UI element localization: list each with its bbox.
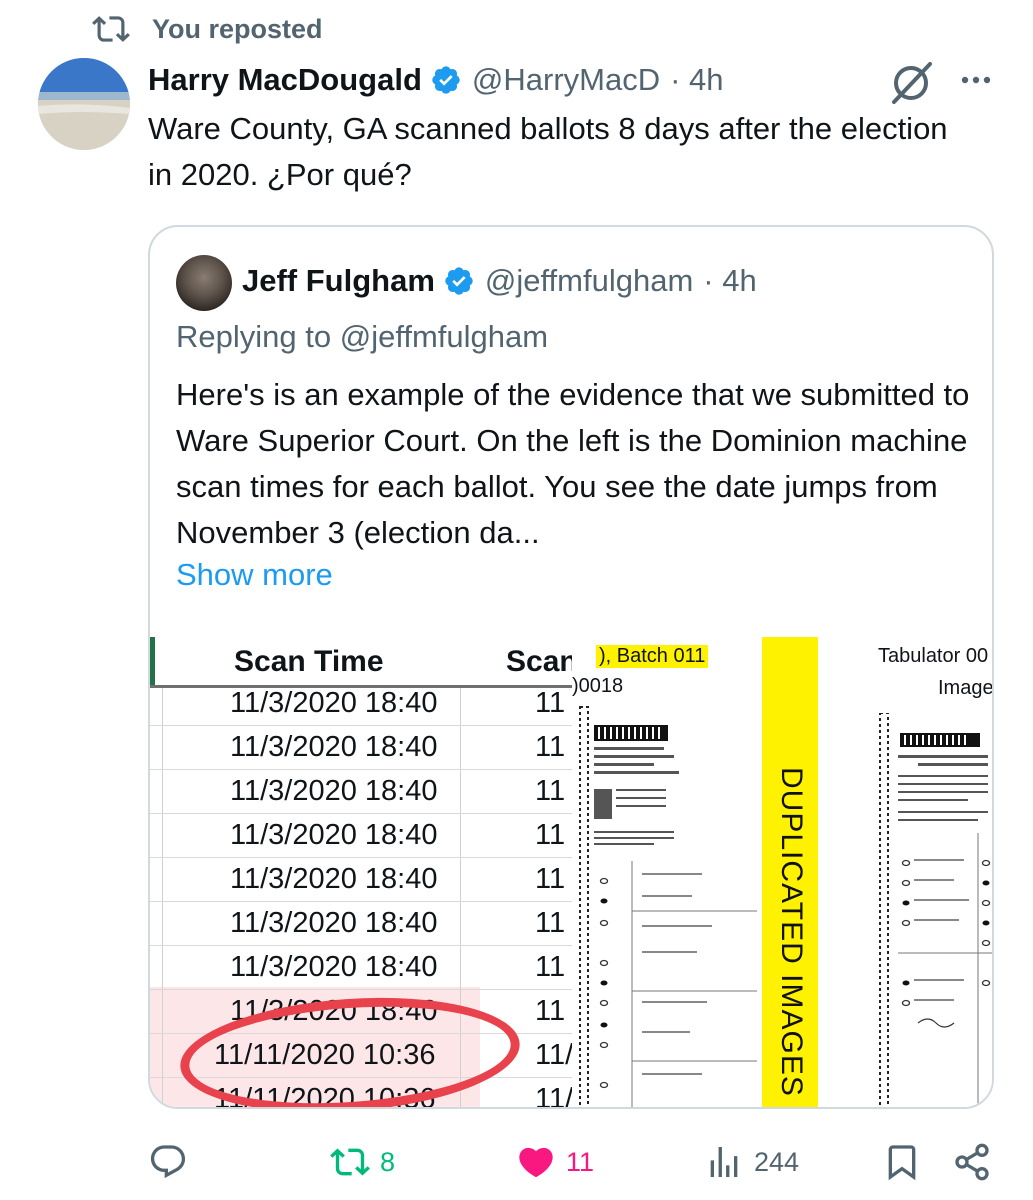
- post-actions: 8 11 244: [148, 1138, 998, 1188]
- table-row: 11/3/2020 18:40 11: [150, 945, 572, 990]
- quoted-post-text: Here's is an example of the evidence tha…: [176, 377, 970, 550]
- author-handle[interactable]: @HarryMacD: [472, 62, 660, 98]
- scan-time-cell: 11/3/2020 18:40: [230, 731, 438, 763]
- show-more-link[interactable]: Show more: [176, 557, 333, 593]
- scan-time-cell: 11/3/2020 18:40: [230, 951, 438, 983]
- views-button[interactable]: 244: [704, 1138, 799, 1186]
- scan-cell-2: 11: [535, 951, 566, 983]
- scan-cell-2: 11: [535, 819, 566, 851]
- quoted-author-handle[interactable]: @jeffmfulgham: [485, 263, 693, 299]
- reply-button[interactable]: [148, 1138, 198, 1186]
- quoted-post-image[interactable]: 11/3/2020 18:40 11 11/3/2020 18:40 11 11/3/2…: [150, 637, 994, 1109]
- bookmark-icon: [888, 1145, 916, 1181]
- verified-badge-icon: [445, 267, 473, 295]
- batch-label: ), Batch 011: [596, 645, 709, 668]
- scan-cell-2: 11: [535, 731, 566, 763]
- duplicated-images-label: DUPLICATED IMAGES: [775, 767, 808, 1097]
- table-row: 11/3/2020 18:40 11: [150, 813, 572, 858]
- beach-photo: [38, 58, 130, 150]
- quoted-author-name[interactable]: Jeff Fulgham: [242, 263, 435, 299]
- author-avatar[interactable]: [38, 58, 130, 150]
- scan-time-cell: 11/3/2020 18:40: [230, 863, 438, 895]
- scan-cell-2: 11: [535, 995, 566, 1027]
- quoted-post[interactable]: Jeff Fulgham @jeffmfulgham · 4h Replying…: [148, 225, 994, 1109]
- like-button[interactable]: 11: [516, 1138, 594, 1186]
- quoted-author-line: Jeff Fulgham @jeffmfulgham · 4h: [242, 259, 757, 303]
- image-label: Image: [938, 677, 994, 699]
- repost-indicator: You reposted: [92, 12, 323, 46]
- views-count: 244: [754, 1146, 800, 1177]
- scan-cell-2: 11: [535, 775, 566, 807]
- repost-button[interactable]: 8: [330, 1138, 395, 1186]
- verified-badge-icon: [432, 66, 460, 94]
- scan-header-2: Scan: [506, 645, 572, 678]
- scan-cell-2: 11: [535, 687, 566, 719]
- scan-time-cell: 11/3/2020 18:40: [230, 687, 438, 719]
- post-text: Ware County, GA scanned ballots 8 days a…: [148, 111, 948, 192]
- scan-time-cell: 11/3/2020 18:40: [230, 907, 438, 939]
- spreadsheet-header: Scan Time Scan: [150, 637, 572, 688]
- table-row: 11/3/2020 18:40 11: [150, 857, 572, 902]
- ballot-id: )0018: [572, 675, 624, 697]
- scan-time-cell: 11/3/2020 18:40: [230, 819, 438, 851]
- duplicated-images-stripe: DUPLICATED IMAGES: [762, 637, 818, 1107]
- share-icon: [955, 1143, 989, 1181]
- scan-cell-2: 11: [535, 863, 566, 895]
- post-time[interactable]: · 4h: [670, 62, 723, 98]
- quoted-post-time[interactable]: · 4h: [703, 263, 756, 299]
- reply-icon: [150, 1145, 186, 1179]
- repost-icon: [92, 16, 130, 42]
- replying-to: Replying to @jeffmfulgham: [176, 319, 548, 355]
- scan-cell-2: 11/1: [535, 1083, 572, 1109]
- share-button[interactable]: [952, 1138, 992, 1186]
- repost-count: 8: [380, 1146, 396, 1177]
- scan-time-cell: 11/3/2020 18:40: [230, 775, 438, 807]
- ballot-image-left: ), Batch 011 )0018: [572, 637, 762, 1107]
- table-row: 11/3/2020 18:40 11: [150, 901, 572, 946]
- scan-time-header: Scan Time: [234, 645, 384, 678]
- tabulator-label: Tabulator 00: [878, 645, 989, 667]
- replying-handle[interactable]: @jeffmfulgham: [340, 319, 548, 354]
- author-name[interactable]: Harry MacDougald: [148, 62, 422, 98]
- table-row: 11/3/2020 18:40 11: [150, 725, 572, 770]
- ballot-form-graphic: [579, 706, 757, 1107]
- views-icon: [710, 1147, 738, 1177]
- grok-icon[interactable]: [886, 58, 936, 108]
- spreadsheet-scan-times: 11/3/2020 18:40 11 11/3/2020 18:40 11 11/3/2…: [150, 637, 572, 1109]
- ballot-form-graphic-2: [879, 713, 992, 1107]
- replying-prefix: Replying to: [176, 319, 332, 354]
- ballot-image-right: Tabulator 00 Image: [818, 637, 994, 1107]
- author-line: Harry MacDougald @HarryMacD · 4h: [148, 58, 724, 102]
- more-options-icon[interactable]: [956, 62, 996, 102]
- bookmark-button[interactable]: [882, 1138, 922, 1186]
- scan-cell-2: 11: [535, 907, 566, 939]
- repost-icon: [330, 1148, 370, 1176]
- like-count: 11: [566, 1146, 595, 1177]
- scan-cell-2: 11/1: [535, 1039, 572, 1071]
- quoted-author-avatar[interactable]: [176, 255, 232, 311]
- repost-label: You reposted: [152, 13, 323, 44]
- heart-icon: [519, 1147, 553, 1178]
- table-row: 11/3/2020 18:40 11: [150, 769, 572, 814]
